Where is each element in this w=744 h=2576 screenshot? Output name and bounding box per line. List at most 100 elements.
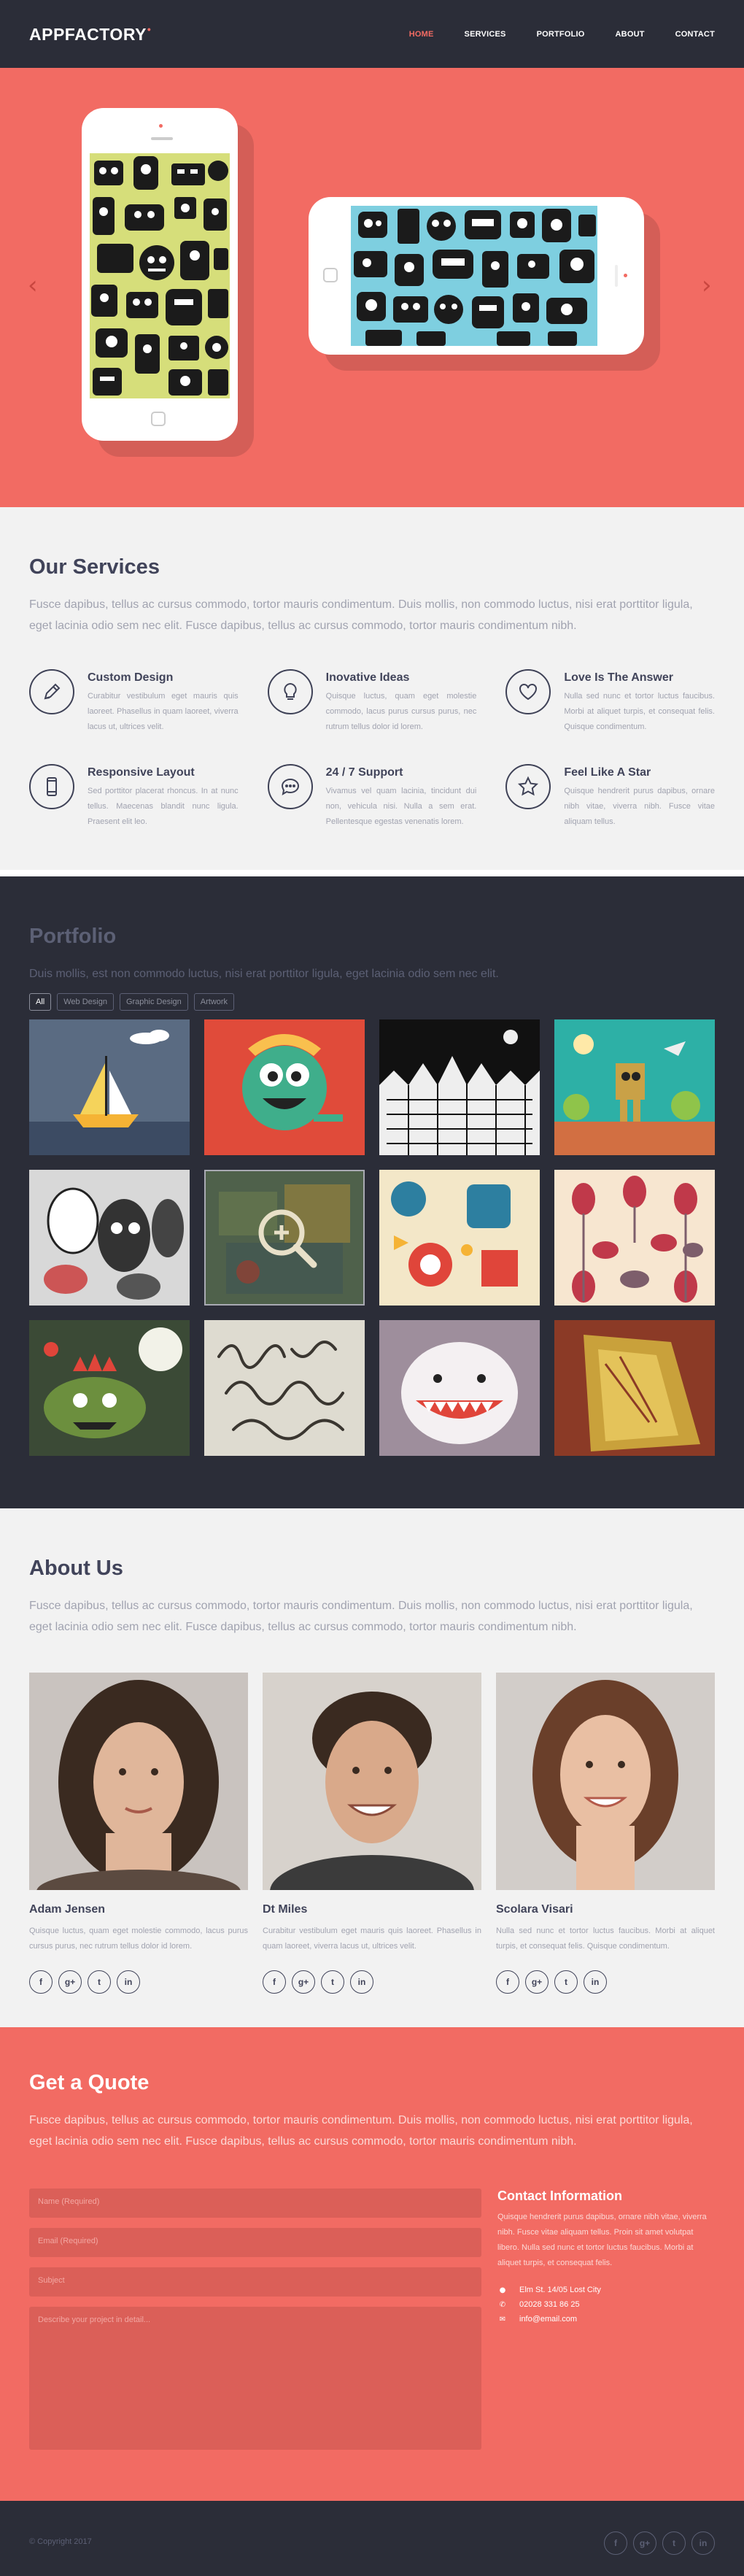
member-bio: Curabitur vestibulum eget mauris quis la… xyxy=(263,1927,481,1951)
service-item: Responsive Layout Sed porttitor placerat … xyxy=(29,764,239,830)
filter-artwork[interactable]: Artwork xyxy=(193,993,235,1011)
slider-next-arrow-icon[interactable]: › xyxy=(702,273,716,298)
name-field[interactable]: Name (Required) xyxy=(29,2189,481,2218)
logo-dot: • xyxy=(147,23,152,35)
linkedin-icon[interactable]: in xyxy=(350,1970,373,1994)
facebook-icon[interactable]: f xyxy=(263,1970,286,1994)
navbar: APPFACTORY• HOME SERVICES PORTFOLIO ABOU… xyxy=(0,0,744,68)
member-social: f g+ t in xyxy=(496,1970,715,1994)
portfolio-grid xyxy=(29,1019,715,1456)
slider-prev-arrow-icon[interactable]: ‹ xyxy=(28,273,42,298)
phone-screen-yellow-monsters xyxy=(90,153,230,398)
linkedin-icon[interactable]: in xyxy=(584,1970,607,1994)
services-title: Our Services xyxy=(29,555,160,579)
phone-icon: ✆ xyxy=(499,2300,506,2309)
google-plus-icon[interactable]: g+ xyxy=(58,1970,82,1994)
portfolio-filters: All Web Design Graphic Design Artwork xyxy=(29,993,715,1011)
team-member: Dt Miles Curabitur vestibulum eget mauri… xyxy=(263,1673,481,1994)
member-social: f g+ t in xyxy=(263,1970,481,1994)
city-doodle-illustration[interactable] xyxy=(379,1019,540,1155)
chat-icon xyxy=(267,764,313,809)
green-collage-illustration[interactable] xyxy=(204,1170,365,1306)
nav-about[interactable]: ABOUT xyxy=(616,30,645,39)
message-field[interactable]: Describe your project in detail... xyxy=(29,2307,481,2450)
about-lead: Fusce dapibus, tellus ac cursus commodo,… xyxy=(29,1600,693,1633)
white-monster-illustration[interactable] xyxy=(379,1320,540,1456)
calligraphy-illustration[interactable] xyxy=(204,1320,365,1456)
member-bio: Nulla sed nunc et tortor luctus faucibus… xyxy=(496,1927,715,1951)
google-plus-icon[interactable]: g+ xyxy=(525,1970,549,1994)
lightbulb-icon xyxy=(267,669,313,714)
team-grid: Adam Jensen Quisque luctus, quam eget mo… xyxy=(29,1673,715,1994)
service-title: Custom Design xyxy=(88,671,174,684)
nav-services[interactable]: SERVICES xyxy=(465,30,506,39)
member-name: Dt Miles xyxy=(263,1903,308,1916)
service-text: Nulla sed nunc et tortor luctus faucibus… xyxy=(564,692,715,731)
team-member: Scolara Visari Nulla sed nunc et tortor … xyxy=(496,1673,715,1994)
monsters-sketch-illustration[interactable] xyxy=(29,1170,190,1306)
birds-pattern-illustration[interactable] xyxy=(554,1170,715,1306)
email-row: ✉ info@email.com xyxy=(497,2315,715,2324)
linkedin-icon[interactable]: in xyxy=(117,1970,140,1994)
service-item: Love Is The Answer Nulla sed nunc et tort… xyxy=(505,669,715,735)
service-title: Love Is The Answer xyxy=(564,671,673,684)
facebook-icon[interactable]: f xyxy=(604,2531,627,2555)
google-plus-icon[interactable]: g+ xyxy=(292,1970,315,1994)
filter-graphic-design[interactable]: Graphic Design xyxy=(119,993,188,1011)
filter-all[interactable]: All xyxy=(29,993,52,1011)
member-social: f g+ t in xyxy=(29,1970,248,1994)
speaker xyxy=(615,265,618,287)
quote-section: Get a Quote Fusce dapibus, tellus ac cur… xyxy=(0,2027,744,2501)
green-dragon-illustration[interactable] xyxy=(29,1320,190,1456)
email-text[interactable]: info@email.com xyxy=(519,2315,577,2324)
contact-info: Contact Information Quisque hendrerit pu… xyxy=(497,2189,715,2460)
golden-texture-illustration[interactable] xyxy=(554,1320,715,1456)
twitter-icon[interactable]: t xyxy=(88,1970,111,1994)
subject-field[interactable]: Subject xyxy=(29,2267,481,2297)
facebook-icon[interactable]: f xyxy=(496,1970,519,1994)
address-row: ● Elm St. 14/05 Lost City xyxy=(497,2286,715,2294)
team-member: Adam Jensen Quisque luctus, quam eget mo… xyxy=(29,1673,248,1994)
logo[interactable]: APPFACTORY• xyxy=(29,23,152,45)
twitter-icon[interactable]: t xyxy=(554,1970,578,1994)
quote-lead: Fusce dapibus, tellus ac cursus commodo,… xyxy=(29,2114,693,2148)
robot-landscape-illustration[interactable] xyxy=(554,1019,715,1155)
service-text: Quisque luctus, quam eget molestie commo… xyxy=(325,692,477,731)
hero-slider: ‹ › xyxy=(0,68,744,507)
service-item: 24 / 7 Support Vivamus vel quam lacinia, … xyxy=(267,764,476,830)
google-plus-icon[interactable]: g+ xyxy=(633,2531,656,2555)
portfolio-lead: Duis mollis, est non commodo luctus, nis… xyxy=(29,968,499,980)
map-pin-icon: ● xyxy=(499,2286,506,2294)
portfolio-section: Portfolio Duis mollis, est non commodo l… xyxy=(0,876,744,1508)
service-title: Feel Like A Star xyxy=(564,766,651,779)
retro-robots-illustration[interactable] xyxy=(379,1170,540,1306)
service-item: Feel Like A Star Quisque hendrerit purus … xyxy=(505,764,715,830)
email-field[interactable]: Email (Required) xyxy=(29,2228,481,2257)
nav-portfolio[interactable]: PORTFOLIO xyxy=(537,30,585,39)
quote-row: Name (Required) Email (Required) Subject… xyxy=(29,2189,715,2460)
nav-contact[interactable]: CONTACT xyxy=(675,30,715,39)
logo-text: APPFACTORY xyxy=(29,25,147,44)
twitter-icon[interactable]: t xyxy=(321,1970,344,1994)
envelope-icon: ✉ xyxy=(499,2315,506,2324)
filter-web-design[interactable]: Web Design xyxy=(57,993,114,1011)
service-title: Inovative Ideas xyxy=(325,671,410,684)
member-bio: Quisque luctus, quam eget molestie commo… xyxy=(29,1927,248,1951)
phone-landscape-mockup xyxy=(309,197,644,355)
phone-screen-blue-monsters xyxy=(351,206,597,346)
green-monster-illustration[interactable] xyxy=(204,1019,365,1155)
service-text: Sed porttitor placerat rhoncus. In at nu… xyxy=(88,787,239,826)
portfolio-title: Portfolio xyxy=(29,925,117,948)
service-item: Custom Design Curabitur vestibulum eget m… xyxy=(29,669,239,735)
facebook-icon[interactable]: f xyxy=(29,1970,53,1994)
section-divider xyxy=(0,870,744,876)
linkedin-icon[interactable]: in xyxy=(691,2531,715,2555)
twitter-icon[interactable]: t xyxy=(662,2531,686,2555)
nav-home[interactable]: HOME xyxy=(409,30,434,39)
member-photo xyxy=(263,1673,481,1890)
service-text: Curabitur vestibulum eget mauris quis la… xyxy=(88,692,239,731)
home-button xyxy=(323,268,338,282)
phone-text: 02028 331 86 25 xyxy=(519,2300,580,2309)
sailboat-illustration[interactable] xyxy=(29,1019,190,1155)
copyright: © Copyright 2017 xyxy=(29,2537,92,2546)
